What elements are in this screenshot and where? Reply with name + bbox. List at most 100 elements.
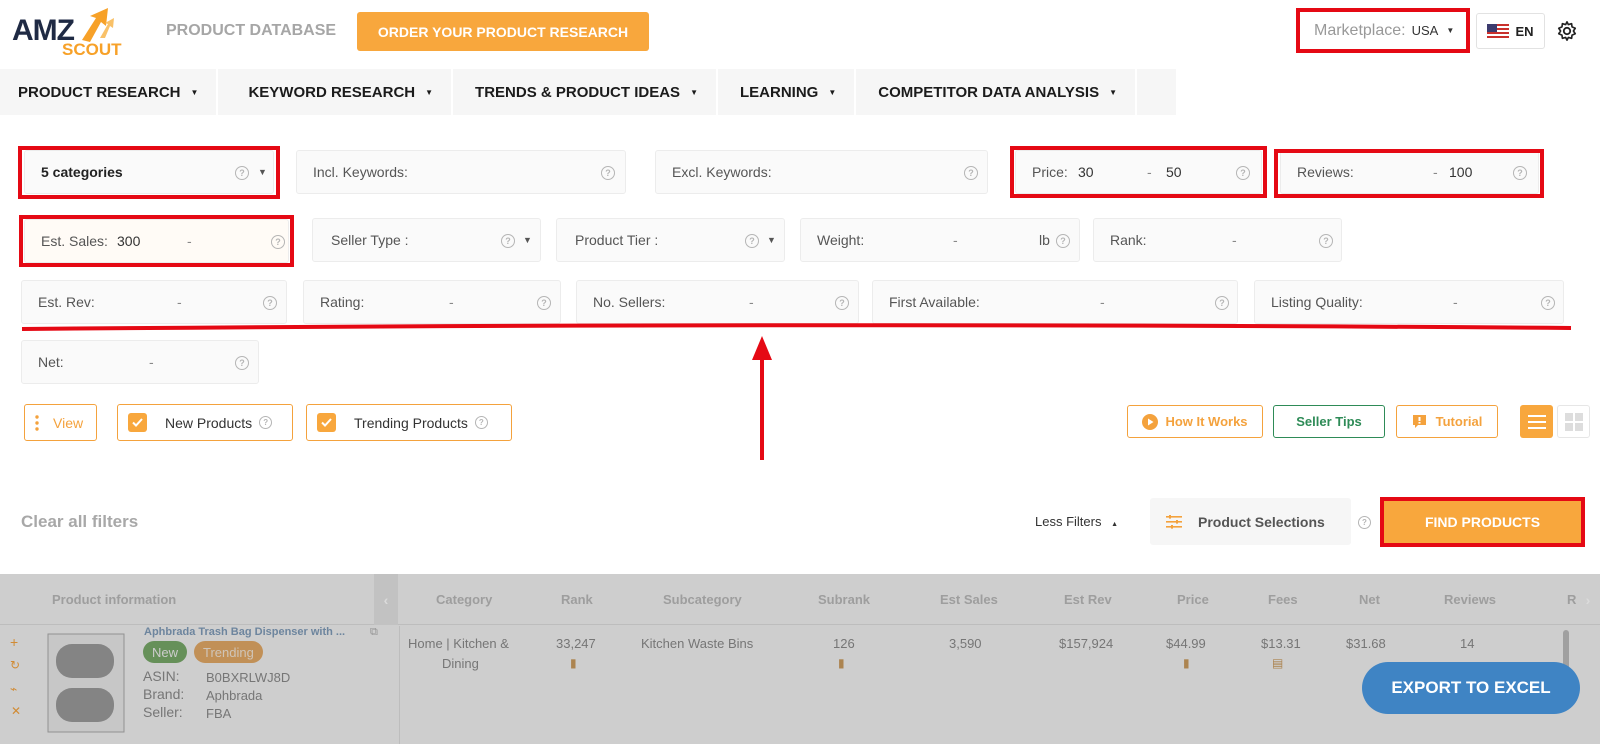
- asin-value: B0BXRLWJ8D: [206, 670, 291, 685]
- col-price[interactable]: Price: [1177, 592, 1209, 607]
- seller-label: Seller:: [143, 704, 183, 720]
- col-category[interactable]: Category: [436, 592, 492, 607]
- net-label: Net:: [38, 354, 64, 370]
- help-icon[interactable]: ?: [1056, 234, 1070, 248]
- col-fees[interactable]: Fees: [1268, 592, 1298, 607]
- cell-net: $31.68: [1346, 636, 1386, 651]
- col-truncated[interactable]: R: [1567, 592, 1576, 607]
- chart-icon[interactable]: ▮: [838, 656, 845, 670]
- close-icon[interactable]: ✕: [11, 704, 21, 718]
- tutorial-button[interactable]: Tutorial: [1396, 405, 1498, 438]
- nav-keyword-research[interactable]: KEYWORD RESEARCH ▼: [218, 69, 454, 115]
- cell-price: $44.99: [1166, 636, 1206, 651]
- weight-range-input[interactable]: Weight: - lb ?: [800, 218, 1080, 262]
- language-selector[interactable]: EN: [1476, 13, 1545, 49]
- help-icon[interactable]: ?: [964, 166, 978, 180]
- product-thumbnail[interactable]: [44, 630, 128, 736]
- seller-tips-label: Seller Tips: [1296, 414, 1362, 429]
- export-to-excel-button[interactable]: EXPORT TO EXCEL: [1362, 662, 1580, 714]
- product-selections-button[interactable]: Product Selections: [1150, 498, 1351, 545]
- scroll-right-icon[interactable]: ›: [1576, 574, 1600, 625]
- net-range-input[interactable]: Net: - ?: [21, 340, 259, 384]
- clear-all-filters-link[interactable]: Clear all filters: [21, 512, 138, 532]
- col-subrank[interactable]: Subrank: [818, 592, 870, 607]
- nav-competitor-data-analysis[interactable]: COMPETITOR DATA ANALYSIS ▼: [856, 69, 1138, 115]
- scroll-left-icon[interactable]: ‹: [374, 574, 398, 625]
- nav-product-research[interactable]: PRODUCT RESEARCH ▼: [0, 69, 219, 115]
- find-products-button[interactable]: FIND PRODUCTS: [1380, 497, 1585, 547]
- less-filters-label: Less Filters: [1035, 514, 1102, 529]
- copy-icon[interactable]: ⧉: [370, 626, 378, 639]
- help-icon[interactable]: ?: [601, 166, 615, 180]
- help-icon[interactable]: ?: [501, 234, 515, 248]
- col-rank[interactable]: Rank: [561, 592, 593, 607]
- product-selections-label: Product Selections: [1198, 513, 1325, 530]
- help-icon[interactable]: ?: [235, 356, 249, 370]
- list-icon: [1527, 414, 1546, 429]
- help-icon[interactable]: ?: [1319, 234, 1333, 248]
- col-net[interactable]: Net: [1359, 592, 1380, 607]
- less-filters-toggle[interactable]: Less Filters ▲: [1035, 514, 1118, 529]
- asin-label: ASIN:: [143, 668, 180, 684]
- cell-rank: 33,247: [556, 636, 596, 651]
- rank-range-input[interactable]: Rank: - ?: [1093, 218, 1342, 262]
- trending-badge: Trending: [194, 641, 263, 663]
- chart-icon[interactable]: ▮: [570, 656, 577, 670]
- col-subcategory[interactable]: Subcategory: [663, 592, 742, 607]
- chart-icon[interactable]: ▮: [1183, 656, 1190, 670]
- caret-down-icon: ▼: [690, 87, 698, 97]
- view-button[interactable]: View: [24, 404, 97, 441]
- add-icon[interactable]: +: [10, 634, 18, 650]
- help-icon[interactable]: ?: [745, 234, 759, 248]
- checkmark-icon: [128, 413, 147, 432]
- col-est-sales[interactable]: Est Sales: [940, 592, 998, 607]
- table-header: Product information Category Rank Subcat…: [0, 574, 1600, 625]
- nav-label: KEYWORD RESEARCH: [248, 83, 416, 101]
- include-keywords-input[interactable]: Incl. Keywords: ?: [296, 150, 626, 194]
- grid-view-toggle[interactable]: [1557, 405, 1590, 438]
- us-flag-icon: [1487, 23, 1510, 39]
- cell-reviews: 14: [1460, 636, 1475, 651]
- help-icon[interactable]: ?: [259, 416, 273, 429]
- link-icon[interactable]: ⌁: [10, 682, 17, 696]
- exclude-keywords-input[interactable]: Excl. Keywords: ?: [655, 150, 988, 194]
- seller-tips-button[interactable]: Seller Tips: [1273, 405, 1385, 438]
- language-label: EN: [1515, 23, 1534, 39]
- main-navigation: PRODUCT RESEARCH ▼ KEYWORD RESEARCH ▼ TREN…: [0, 69, 1176, 115]
- cell-subcategory: Kitchen Waste Bins: [641, 636, 754, 651]
- order-research-button[interactable]: ORDER YOUR PRODUCT RESEARCH: [357, 12, 649, 51]
- product-title-link[interactable]: Aphbrada Trash Bag Dispenser with ...: [144, 626, 345, 638]
- refresh-icon[interactable]: ↻: [10, 658, 20, 672]
- cell-category-line1: Home | Kitchen &: [408, 636, 509, 651]
- col-est-rev[interactable]: Est Rev: [1064, 592, 1112, 607]
- trending-products-checkbox[interactable]: Trending Products ?: [306, 404, 512, 441]
- help-icon[interactable]: ?: [474, 416, 488, 429]
- marketplace-selector[interactable]: Marketplace: USA ▼: [1296, 8, 1470, 53]
- how-it-works-button[interactable]: How It Works: [1127, 405, 1263, 438]
- caret-down-icon: ▼: [1109, 87, 1118, 97]
- checkmark-icon: [317, 413, 336, 432]
- marketplace-label: Marketplace:: [1314, 21, 1406, 39]
- cell-category-line2: Dining: [442, 656, 479, 671]
- caret-down-icon: ▼: [425, 87, 434, 97]
- calculator-icon[interactable]: ▤: [1272, 656, 1283, 670]
- help-icon[interactable]: ?: [1358, 516, 1371, 529]
- brand-value: Aphbrada: [206, 688, 263, 703]
- col-reviews[interactable]: Reviews: [1444, 592, 1496, 607]
- logo-arrow-icon: [82, 8, 114, 42]
- col-product-information[interactable]: Product information: [52, 592, 176, 607]
- logo-text-bottom: SCOUT: [62, 40, 122, 59]
- nav-learning[interactable]: LEARNING ▼: [718, 69, 857, 115]
- more-vertical-icon: [35, 414, 39, 431]
- range-dash: -: [149, 354, 154, 370]
- nav-trends-product-ideas[interactable]: TRENDS & PRODUCT IDEAS ▼: [453, 69, 718, 115]
- list-view-toggle[interactable]: [1520, 405, 1553, 438]
- new-products-label: New Products: [165, 414, 253, 431]
- product-tier-select[interactable]: Product Tier : ? ▼: [556, 218, 785, 262]
- gear-icon[interactable]: [1556, 20, 1578, 42]
- weight-label: Weight:: [817, 232, 865, 248]
- amzscout-logo[interactable]: AMZ SCOUT: [12, 8, 137, 59]
- caret-down-icon: ▼: [828, 87, 837, 97]
- new-products-checkbox[interactable]: New Products ?: [117, 404, 293, 441]
- seller-type-select[interactable]: Seller Type : ? ▼: [312, 218, 541, 262]
